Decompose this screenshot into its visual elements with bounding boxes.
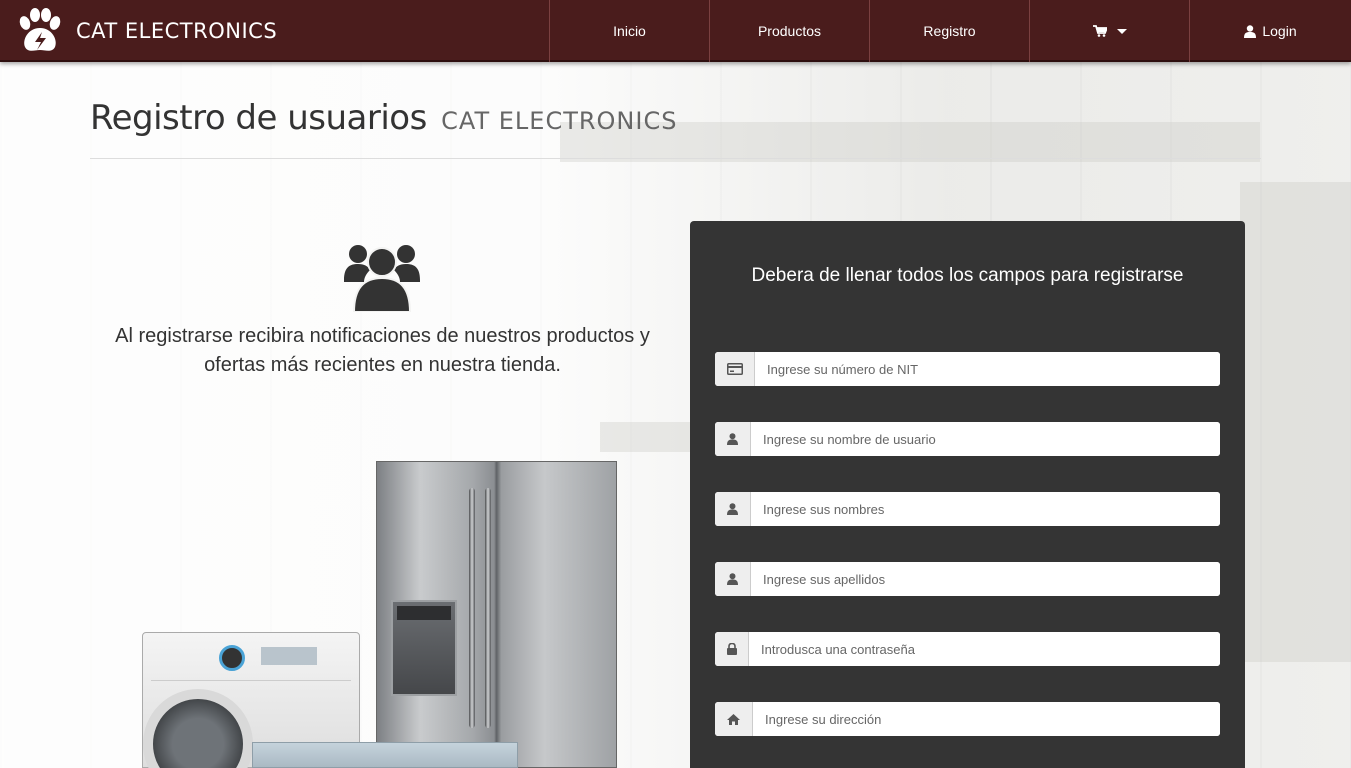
nav-menu: Inicio Productos Registro Login bbox=[549, 0, 1351, 62]
nav-item-cart-dropdown[interactable] bbox=[1029, 0, 1189, 62]
info-line: ofertas más recientes en nuestra tienda. bbox=[204, 354, 561, 376]
last-names-field[interactable] bbox=[751, 562, 1220, 596]
first-names-input-group bbox=[715, 492, 1220, 526]
lock-icon bbox=[715, 632, 749, 666]
top-navbar: CAT ELECTRONICS Inicio Productos Registr… bbox=[0, 0, 1351, 62]
nav-item-label: Registro bbox=[923, 23, 976, 39]
form-title: Debera de llenar todos los campos para r… bbox=[751, 265, 1184, 286]
user-icon bbox=[715, 562, 751, 596]
nav-item-productos[interactable]: Productos bbox=[709, 0, 869, 62]
cart-icon bbox=[1092, 25, 1107, 37]
chevron-down-icon bbox=[1116, 28, 1127, 34]
address-input-group bbox=[715, 702, 1220, 736]
nav-item-inicio[interactable]: Inicio bbox=[549, 0, 709, 62]
users-group-icon bbox=[344, 245, 420, 312]
refrigerator-image bbox=[376, 461, 617, 768]
page-title-text: Registro de usuarios bbox=[90, 98, 427, 138]
title-divider bbox=[90, 158, 1261, 159]
appliance-box-image bbox=[252, 742, 518, 768]
nav-item-label: Login bbox=[1262, 23, 1297, 39]
paw-logo-icon bbox=[19, 8, 61, 51]
info-line: Al registrarse recibira notificaciones d… bbox=[115, 325, 650, 347]
registration-info: Al registrarse recibira notificaciones d… bbox=[100, 322, 665, 380]
user-icon bbox=[715, 422, 751, 456]
nit-field[interactable] bbox=[755, 352, 1220, 386]
username-field[interactable] bbox=[751, 422, 1220, 456]
registration-form: Debera de llenar todos los campos para r… bbox=[690, 221, 1245, 768]
nav-item-label: Inicio bbox=[613, 23, 646, 39]
page-subtitle: CAT ELECTRONICS bbox=[441, 107, 678, 135]
address-field[interactable] bbox=[753, 702, 1220, 736]
brand-logo-link[interactable]: CAT ELECTRONICS bbox=[14, 6, 277, 56]
user-icon bbox=[715, 492, 751, 526]
credit-card-icon bbox=[715, 352, 755, 386]
brand-name: CAT ELECTRONICS bbox=[76, 19, 278, 43]
username-input-group bbox=[715, 422, 1220, 456]
user-icon bbox=[1244, 24, 1257, 38]
first-names-field[interactable] bbox=[751, 492, 1220, 526]
page-title: Registro de usuarios CAT ELECTRONICS bbox=[90, 98, 677, 138]
password-input-group bbox=[715, 632, 1220, 666]
nav-item-registro[interactable]: Registro bbox=[869, 0, 1029, 62]
nav-item-label: Productos bbox=[757, 23, 822, 39]
nit-input-group bbox=[715, 352, 1220, 386]
password-field[interactable] bbox=[749, 632, 1220, 666]
nav-item-login[interactable]: Login bbox=[1189, 0, 1351, 62]
home-icon bbox=[715, 702, 753, 736]
last-names-input-group bbox=[715, 562, 1220, 596]
